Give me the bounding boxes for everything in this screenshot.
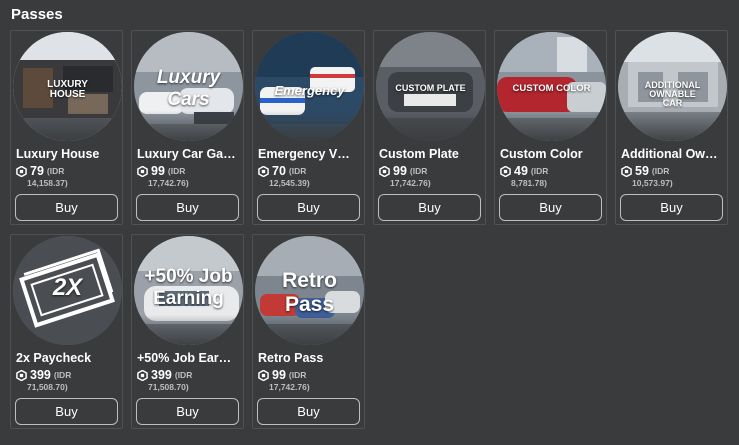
pass-name: 2x Paycheck: [16, 351, 92, 365]
buy-button[interactable]: Buy: [15, 398, 118, 425]
idr-value: 8,781.78): [511, 178, 547, 188]
pass-name: Custom Color: [500, 147, 583, 161]
idr-label: (IDR: [46, 166, 65, 176]
idr-value: 71,508.70): [27, 382, 68, 392]
pass-price: 399: [30, 368, 51, 382]
pass-card-luxury-house[interactable]: LUXURY HOUSE Luxury House 79 (IDR 14,158…: [10, 30, 123, 225]
buy-button[interactable]: Buy: [257, 194, 360, 221]
pass-card-emergency[interactable]: Emergency Emergency V… 70 (IDR 12,545.39…: [252, 30, 365, 225]
buy-button[interactable]: Buy: [15, 194, 118, 221]
pass-card-luxury-cars[interactable]: Luxury Cars Luxury Car Ga… 99 (IDR 17,74…: [131, 30, 244, 225]
idr-label: (IDR: [651, 166, 670, 176]
idr-label: (IDR: [288, 370, 307, 380]
robux-icon: [137, 165, 148, 177]
pass-price: 79: [30, 164, 44, 178]
buy-button[interactable]: Buy: [136, 398, 239, 425]
robux-icon: [258, 165, 269, 177]
pass-card-custom-plate[interactable]: CUSTOM PLATE Custom Plate 99 (IDR 17,742…: [373, 30, 486, 225]
buy-button[interactable]: Buy: [499, 194, 602, 221]
paycheck-image: [13, 236, 122, 345]
pass-card-retro-pass[interactable]: Retro Pass Retro Pass 99 (IDR 17,742.76)…: [252, 234, 365, 429]
idr-value: 71,508.70): [148, 382, 189, 392]
buy-button[interactable]: Buy: [620, 194, 723, 221]
buy-button[interactable]: Buy: [257, 398, 360, 425]
robux-icon: [500, 165, 511, 177]
pass-name: Emergency V…: [258, 147, 350, 161]
idr-value: 14,158.37): [27, 178, 68, 188]
idr-value: 17,742.76): [390, 178, 431, 188]
pass-thumbnail[interactable]: LUXURY HOUSE: [13, 32, 122, 141]
pass-price: 59: [635, 164, 649, 178]
pass-thumbnail[interactable]: 2X: [13, 236, 122, 345]
pass-thumbnail[interactable]: ADDITIONAL OWNABLE CAR: [618, 32, 727, 141]
passes-grid: LUXURY HOUSE Luxury House 79 (IDR 14,158…: [10, 30, 728, 429]
section-title: Passes: [11, 6, 63, 23]
price-row: 99 (IDR: [379, 164, 427, 178]
idr-label: (IDR: [174, 370, 193, 380]
idr-label: (IDR: [530, 166, 549, 176]
price-row: 99 (IDR: [258, 368, 306, 382]
price-row: 79 (IDR: [16, 164, 64, 178]
pass-thumbnail[interactable]: +50% Job Earning: [134, 236, 243, 345]
price-row: 70 (IDR: [258, 164, 306, 178]
price-row: 399 (IDR: [137, 368, 192, 382]
pass-thumbnail[interactable]: Luxury Cars: [134, 32, 243, 141]
robux-icon: [16, 369, 27, 381]
robux-icon: [16, 165, 27, 177]
robux-icon: [258, 369, 269, 381]
pass-name: Custom Plate: [379, 147, 459, 161]
price-row: 59 (IDR: [621, 164, 669, 178]
pass-name: Luxury House: [16, 147, 100, 161]
price-row: 399 (IDR: [16, 368, 71, 382]
robux-icon: [379, 165, 390, 177]
pass-card-custom-color[interactable]: CUSTOM COLOR Custom Color 49 (IDR 8,781.…: [494, 30, 607, 225]
pass-price: 99: [151, 164, 165, 178]
pass-price: 399: [151, 368, 172, 382]
pass-name: Luxury Car Ga…: [137, 147, 236, 161]
idr-label: (IDR: [409, 166, 428, 176]
robux-icon: [621, 165, 632, 177]
pass-price: 49: [514, 164, 528, 178]
price-row: 49 (IDR: [500, 164, 548, 178]
pass-price: 99: [393, 164, 407, 178]
pass-card-additional-ownable-car[interactable]: ADDITIONAL OWNABLE CAR Additional Ow… 59…: [615, 30, 728, 225]
pass-thumbnail[interactable]: CUSTOM COLOR: [497, 32, 606, 141]
idr-label: (IDR: [288, 166, 307, 176]
pass-name: Retro Pass: [258, 351, 324, 365]
pass-price: 99: [272, 368, 286, 382]
pass-price: 70: [272, 164, 286, 178]
pass-name: Additional Ow…: [621, 147, 718, 161]
price-row: 99 (IDR: [137, 164, 185, 178]
idr-label: (IDR: [53, 370, 72, 380]
pass-thumbnail[interactable]: CUSTOM PLATE: [376, 32, 485, 141]
pass-thumbnail[interactable]: Retro Pass: [255, 236, 364, 345]
idr-label: (IDR: [167, 166, 186, 176]
idr-value: 12,545.39): [269, 178, 310, 188]
idr-value: 17,742.76): [148, 178, 189, 188]
pass-name: +50% Job Ear…: [137, 351, 232, 365]
buy-button[interactable]: Buy: [136, 194, 239, 221]
buy-button[interactable]: Buy: [378, 194, 481, 221]
idr-value: 17,742.76): [269, 382, 310, 392]
idr-value: 10,573.97): [632, 178, 673, 188]
pass-card-job-earning[interactable]: +50% Job Earning +50% Job Ear… 399 (IDR …: [131, 234, 244, 429]
robux-icon: [137, 369, 148, 381]
pass-thumbnail[interactable]: Emergency: [255, 32, 364, 141]
pass-card-2x-paycheck[interactable]: 2X 2x Paycheck 399 (IDR 71,508.70) Buy: [10, 234, 123, 429]
